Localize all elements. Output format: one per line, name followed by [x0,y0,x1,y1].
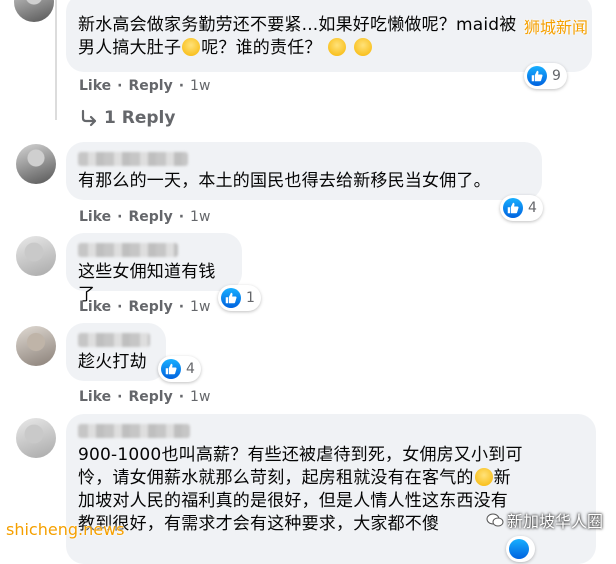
wechat-icon [486,513,504,527]
flushed-emoji-icon [353,38,372,56]
like-link[interactable]: Like [79,299,111,315]
commenter-name[interactable] [78,424,190,438]
reaction-number: 1 [246,290,255,306]
like-reaction-icon [221,288,241,308]
avatar[interactable] [16,326,56,366]
timestamp[interactable]: 1w [190,209,210,225]
reaction-count[interactable]: 1 [218,285,261,311]
comment-actions: Like · Reply · 1w [79,78,211,94]
reply-link[interactable]: Reply [128,209,172,225]
like-link[interactable]: Like [79,209,111,225]
avatar[interactable] [16,236,56,276]
reply-link[interactable]: Reply [128,78,172,94]
avatar[interactable] [16,144,56,184]
avatar[interactable] [14,0,54,22]
comment-bubble: 这些女佣知道有钱了 [66,233,242,305]
reaction-count[interactable]: 4 [158,356,201,382]
avatar[interactable] [16,418,56,458]
timestamp[interactable]: 1w [190,299,210,315]
reaction-number: 4 [528,200,537,216]
timestamp[interactable]: 1w [190,389,210,405]
comment-actions: Like · Reply · 1w [79,209,211,225]
reaction-count[interactable]: 9 [524,63,567,89]
watermark-text: 新加坡华人圈 [507,512,604,531]
comment-actions: Like · Reply · 1w [79,389,211,405]
comment-actions: Like · Reply · 1w [79,299,211,315]
like-reaction-icon [503,198,523,218]
reaction-count[interactable] [506,536,535,562]
comment-text: 新水高会做家务勤劳还不要紧...如果好吃懒做呢？maid被 男人搞大肚子 呢？谁的责… [78,15,517,58]
comment-text: 趁火打劫 [78,352,147,372]
replies-label: 1 Reply [104,108,176,128]
watermark-top-right: 狮城新闻 [524,18,589,37]
reaction-number: 9 [552,68,561,84]
reply-arrow-icon [81,109,97,127]
reply-link[interactable]: Reply [128,299,172,315]
watermark-bottom-right: 新加坡华人圈 [486,508,603,532]
reaction-count[interactable]: 4 [500,195,543,221]
comment-bubble: 有那么的一天，本土的国民也得去给新移民当女佣了。 [66,142,542,200]
thread-line [55,0,57,120]
reply-link[interactable]: Reply [128,389,172,405]
like-link[interactable]: Like [79,389,111,405]
watermark-bottom-left: shicheng.news [6,520,125,539]
baby-emoji-icon [182,38,201,56]
timestamp[interactable]: 1w [190,78,210,94]
reaction-number: 4 [186,361,195,377]
comment-bubble: 趁火打劫 [66,323,166,381]
comment-text: 有那么的一天，本土的国民也得去给新移民当女佣了。 [78,171,491,191]
like-reaction-icon [161,359,181,379]
commenter-name[interactable] [78,243,178,257]
commenter-name[interactable] [78,152,188,166]
comment-bubble: 新水高会做家务勤劳还不要紧...如果好吃懒做呢？maid被 男人搞大肚子 呢？谁的责… [66,0,592,72]
like-link[interactable]: Like [79,78,111,94]
like-reaction-icon [509,539,529,559]
view-replies-link[interactable]: 1 Reply [80,108,175,128]
laughing-emoji-icon [474,468,493,486]
eye-roll-emoji-icon [328,38,347,56]
commenter-name[interactable] [78,333,150,347]
like-reaction-icon [527,66,547,86]
